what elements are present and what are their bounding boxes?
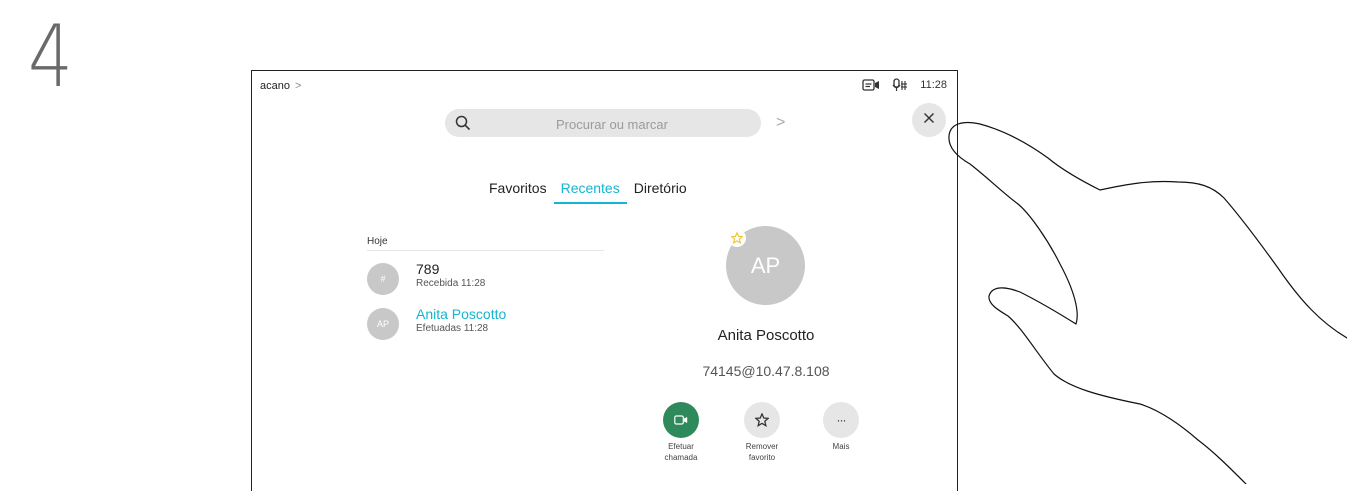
pointing-hand-icon — [948, 121, 1347, 484]
